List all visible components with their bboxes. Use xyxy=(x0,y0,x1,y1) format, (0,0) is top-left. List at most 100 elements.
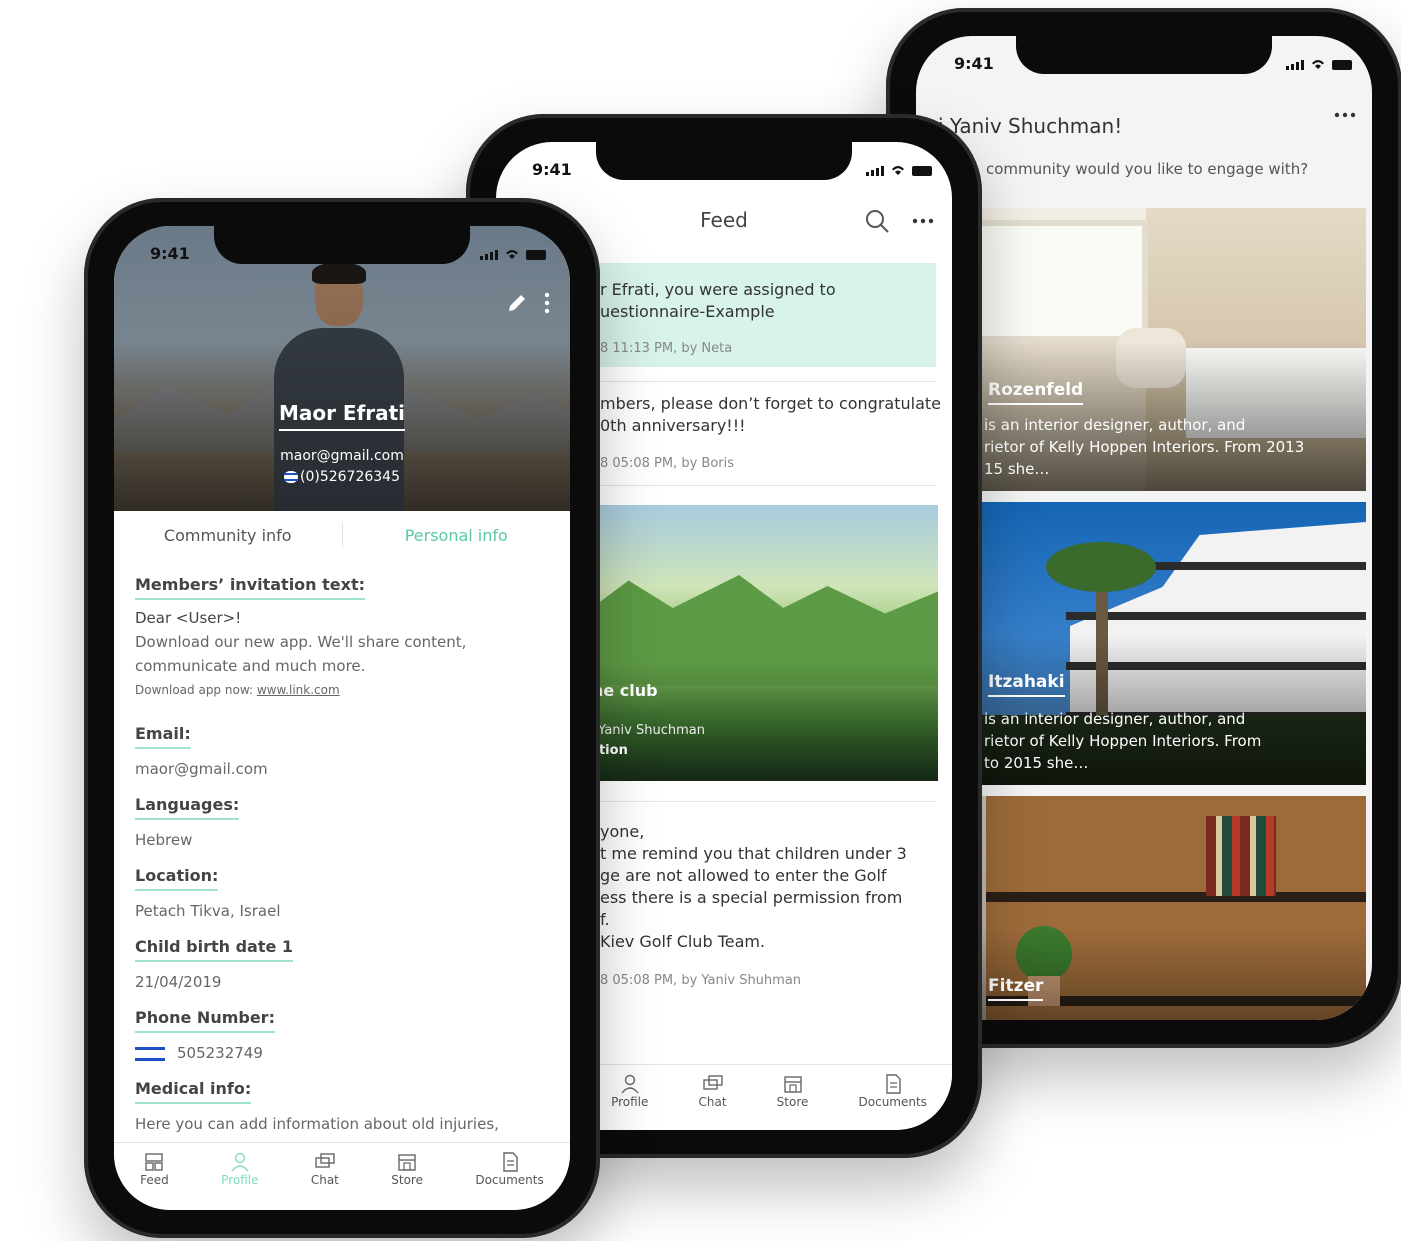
community-card[interactable]: Itzahaki is an interior designer, author… xyxy=(916,502,1366,785)
field-label: Email: xyxy=(135,724,191,749)
community-question: community would you like to engage with? xyxy=(986,160,1309,178)
invitation-body: Download our new app. We'll share conten… xyxy=(135,633,467,675)
field-label: Medical info: xyxy=(135,1079,252,1104)
phone-profile: Maor Efrati maor@gmail.com (0)526726345 … xyxy=(84,198,600,1238)
edit-icon[interactable] xyxy=(506,292,528,314)
profile-phone: (0)526726345 xyxy=(114,469,570,485)
info-tabs: Community info Personal info xyxy=(114,511,570,559)
post-text-line: f. xyxy=(600,910,610,929)
profile-cover: Maor Efrati maor@gmail.com (0)526726345 xyxy=(114,226,570,511)
notch xyxy=(1016,36,1272,74)
tab-feed[interactable]: Feed xyxy=(140,1143,169,1210)
tab-documents[interactable]: Documents xyxy=(859,1065,927,1130)
card-image-fronds xyxy=(1046,542,1156,592)
location-value: Petach Tikva, Israel xyxy=(135,902,281,920)
battery-icon xyxy=(912,166,932,176)
more-options-icon[interactable] xyxy=(912,218,934,224)
card-image-shelf-board xyxy=(986,892,1366,902)
child-birth-date-value: 21/04/2019 xyxy=(135,973,222,991)
status-icons xyxy=(1286,58,1352,70)
store-icon xyxy=(783,1076,802,1093)
card-description: is an interior designer, author, and rie… xyxy=(984,708,1261,774)
phone-number-value: 505232749 xyxy=(135,1041,555,1065)
tab-community-info[interactable]: Community info xyxy=(114,526,342,545)
flag-icon xyxy=(284,471,298,483)
post-text-line: Kiev Golf Club Team. xyxy=(600,932,766,951)
field-label: Phone Number: xyxy=(135,1008,275,1033)
signal-icon xyxy=(480,250,498,260)
tab-label: Store xyxy=(391,1173,423,1187)
tab-store[interactable]: Store xyxy=(391,1143,423,1210)
tab-documents[interactable]: Documents xyxy=(475,1143,544,1210)
tab-label: Documents xyxy=(858,1095,927,1109)
invitation-link[interactable]: www.link.com xyxy=(257,683,340,697)
post-meta: 8 05:08 PM, by Yaniv Shuhman xyxy=(600,973,802,988)
chat-icon xyxy=(315,1153,335,1168)
search-icon[interactable] xyxy=(864,208,890,234)
status-time: 9:41 xyxy=(150,244,190,263)
community-card[interactable]: Rozenfeld is an interior designer, autho… xyxy=(916,208,1366,491)
card-image-books xyxy=(1206,816,1276,896)
tab-chat[interactable]: Chat xyxy=(311,1143,339,1210)
signal-icon xyxy=(1286,60,1304,70)
tab-chat[interactable]: Chat xyxy=(699,1065,727,1130)
card-desc-line: 15 she… xyxy=(984,460,1050,478)
post-text: mbers, please don’t forget to congratula… xyxy=(600,393,941,437)
card-title-text: Rozenfeld xyxy=(988,380,1084,405)
card-desc-line: rietor of Kelly Hoppen Interiors. From xyxy=(984,732,1262,750)
personal-info-list: Members’ invitation text: Dear <User>! D… xyxy=(135,561,555,1141)
signal-icon xyxy=(866,166,884,176)
status-time: 9:41 xyxy=(954,54,994,73)
card-desc-line: to 2015 she… xyxy=(984,754,1089,772)
field-label: Members’ invitation text: xyxy=(135,575,365,600)
card-desc-line: is an interior designer, author, and xyxy=(984,710,1246,728)
more-vertical-icon[interactable] xyxy=(544,292,550,314)
tab-profile[interactable]: Profile xyxy=(611,1065,648,1130)
field-label: Child birth date 1 xyxy=(135,937,294,962)
card-desc-line: rietor of Kelly Hoppen Interiors. From 2… xyxy=(984,438,1305,456)
card-title: Fitzer xyxy=(988,976,1044,1001)
tab-store[interactable]: Store xyxy=(776,1065,809,1130)
invitation-text: Dear <User>! Download our new app. We'll… xyxy=(135,606,555,702)
post-text-line: 0th anniversary!!! xyxy=(600,416,746,435)
post-text-line: yone, xyxy=(600,822,645,841)
tab-personal-info[interactable]: Personal info xyxy=(343,526,571,545)
phone-number-text: 505232749 xyxy=(177,1044,263,1062)
tab-label: Feed xyxy=(140,1173,169,1187)
document-icon xyxy=(886,1074,901,1094)
profile-email: maor@gmail.com xyxy=(280,448,404,464)
wifi-icon xyxy=(892,166,904,175)
tab-label: Chat xyxy=(310,1173,339,1187)
card-desc-line: is an interior designer, author, and xyxy=(984,416,1246,434)
chat-icon xyxy=(702,1075,723,1090)
community-screen: 9:41 i Yaniv Shuchman! community would y… xyxy=(916,36,1372,1020)
field-label: Languages: xyxy=(135,795,240,820)
post-text-line: t me remind you that children under 3 xyxy=(600,844,907,863)
card-description: is an interior designer, author, and rie… xyxy=(984,414,1304,480)
wifi-icon xyxy=(1312,60,1324,69)
invitation-greeting: Dear <User>! xyxy=(135,609,242,627)
languages-value: Hebrew xyxy=(135,831,193,849)
post-text-line: mbers, please don’t forget to congratula… xyxy=(600,394,941,413)
more-options-icon[interactable] xyxy=(1334,112,1356,118)
post-text-line: uestionnaire-Example xyxy=(600,302,775,321)
medical-info-value: Here you can add information about old i… xyxy=(135,1115,499,1133)
card-title-text: Fitzer xyxy=(988,976,1044,1001)
post-text-line: ge are not allowed to enter the Golf xyxy=(600,866,887,885)
person-icon xyxy=(621,1074,639,1094)
community-card[interactable]: Fitzer xyxy=(916,796,1366,1020)
tab-label: Store xyxy=(776,1095,809,1109)
store-icon xyxy=(398,1154,416,1171)
status-time: 9:41 xyxy=(532,160,572,179)
tab-label: Profile xyxy=(611,1095,649,1109)
card-gradient xyxy=(916,929,1366,1020)
notch xyxy=(596,142,852,180)
tab-profile[interactable]: Profile xyxy=(221,1143,258,1210)
notch xyxy=(214,226,470,264)
israel-flag-icon xyxy=(135,1044,165,1063)
battery-icon xyxy=(526,250,546,260)
card-title-text: Itzahaki xyxy=(988,672,1065,697)
card-title: Itzahaki xyxy=(988,672,1065,697)
tab-label: Profile xyxy=(221,1173,259,1187)
profile-name-text: Maor Efrati xyxy=(278,401,406,431)
